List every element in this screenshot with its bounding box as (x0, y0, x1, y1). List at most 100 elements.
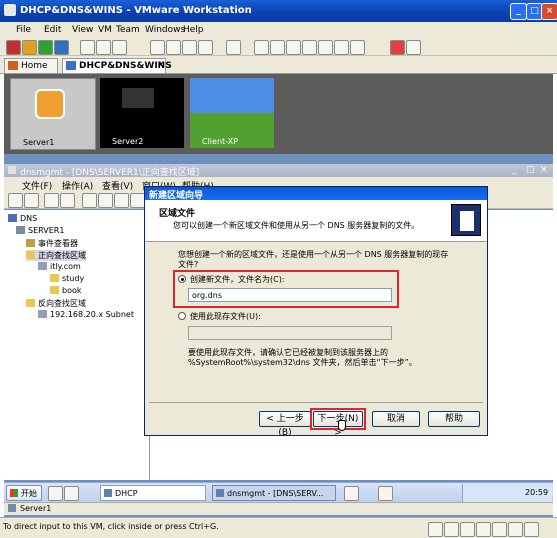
close-button[interactable]: × (541, 3, 557, 20)
wizard-divider (149, 402, 483, 403)
filename-input[interactable]: org.dns (188, 288, 392, 302)
thumbnail-client-xp[interactable]: Client-XP (190, 78, 274, 148)
quicklaunch-icon-2[interactable] (64, 486, 79, 501)
start-button[interactable]: 开始 (6, 485, 42, 501)
menu-help[interactable]: Help (183, 25, 204, 35)
tree-node-reverse-zones[interactable]: 反向查找区域 (26, 298, 86, 309)
tree-node-event-viewer[interactable]: 事件查看器 (26, 238, 78, 249)
menu-vm[interactable]: VM (98, 25, 112, 35)
menu-windows[interactable]: Windows (145, 25, 185, 35)
mmc-minimize-button[interactable]: _ (512, 165, 517, 175)
taskbar-item-dnsmgmt[interactable]: dnsmgmt - [DNS\SERV... (212, 485, 336, 501)
reset-icon[interactable] (54, 40, 69, 55)
toolbar-icon-4[interactable] (198, 40, 213, 55)
back-arrow-icon[interactable] (8, 193, 23, 208)
mmc-app-icon (8, 166, 16, 174)
radio-use-existing-file[interactable] (178, 312, 186, 320)
thumbnail-server1-label: Server1 (23, 138, 55, 147)
help-tray-icon[interactable] (378, 486, 393, 501)
up-icon[interactable] (44, 193, 59, 208)
toolbar-icon-3[interactable] (182, 40, 197, 55)
mmc-maximize-button[interactable]: □ (526, 165, 535, 175)
taskbar-item-dhcp[interactable]: DHCP (100, 485, 206, 501)
suspend-icon[interactable] (22, 40, 37, 55)
tree-node-study[interactable]: study (50, 274, 84, 283)
toolbar-icon-6[interactable] (390, 40, 405, 55)
view-icon-1[interactable] (254, 40, 269, 55)
tab-home[interactable]: Home (4, 58, 58, 73)
quicklaunch-icon-1[interactable] (48, 486, 63, 501)
event-viewer-icon (26, 239, 35, 247)
toolbar-icon-1[interactable] (150, 40, 165, 55)
status-device-icon-2[interactable] (444, 522, 459, 537)
status-device-icon-1[interactable] (428, 522, 443, 537)
dhcp-icon (104, 489, 112, 497)
menu-view[interactable]: View (72, 25, 93, 35)
help-icon[interactable] (130, 193, 145, 208)
network-icon[interactable] (344, 486, 359, 501)
forward-arrow-icon[interactable] (24, 193, 39, 208)
thumbnail-server1[interactable]: Server1 (10, 78, 96, 150)
vmware-title-bar: DHCP&DNS&WINS - VMware Workstation _ □ × (0, 0, 557, 22)
help-button[interactable]: 帮助 (428, 411, 480, 427)
menu-team[interactable]: Team (116, 25, 140, 35)
mmc-title-bar: dnsmgmt - [DNS\SERVER1\正向查找区域] _ □ × (4, 164, 553, 178)
status-device-icon-7[interactable] (524, 522, 539, 537)
start-label: 开始 (21, 489, 37, 498)
properties-icon[interactable] (82, 193, 97, 208)
tree-node-dns[interactable]: DNS (8, 214, 37, 223)
toolbar-icon-2[interactable] (166, 40, 181, 55)
mmc-close-button[interactable]: × (540, 165, 548, 175)
snapshot-manager-icon[interactable] (112, 40, 127, 55)
radio-dot (181, 278, 184, 281)
revert-snapshot-icon[interactable] (96, 40, 111, 55)
wizard-header: 区域文件 您可以创建一个新区域文件和使用从另一个 DNS 服务器复制的文件。 (145, 200, 487, 242)
power-on-icon[interactable] (38, 40, 53, 55)
radio-create-new-file[interactable] (178, 275, 186, 283)
menu-edit[interactable]: Edit (44, 25, 61, 35)
tab-dhcp-dns-wins[interactable]: DHCP&DNS&WINS × (62, 58, 172, 73)
status-device-icon-6[interactable] (508, 522, 523, 537)
tree-node-book[interactable]: book (50, 286, 82, 295)
snapshot-icon[interactable] (80, 40, 95, 55)
tree-node-subnet[interactable]: 192.168.20.x Subnet (38, 310, 134, 319)
server-book-icon (451, 204, 481, 236)
radio-create-new-file-label[interactable]: 创建新文件，文件名为(C): (190, 274, 285, 285)
zone-icon (38, 310, 47, 318)
toolbar-icon-5[interactable] (226, 40, 241, 55)
tree-node-forward-zones[interactable]: 正向查找区域 (26, 250, 86, 261)
minimize-button[interactable]: _ (510, 3, 527, 20)
view-icon-7[interactable] (350, 40, 365, 55)
back-button[interactable]: < 上一步(B) (259, 411, 311, 438)
console-tree: DNS SERVER1 事件查看器 正向查找区域 itly.com study … (4, 210, 150, 480)
taskbar-item-dnsmgmt-label: dnsmgmt - [DNS\SERV... (227, 489, 324, 498)
status-device-icon-4[interactable] (476, 522, 491, 537)
vmware-logo-icon (35, 89, 65, 119)
tab-close-icon[interactable]: × (157, 60, 165, 70)
view-icon-2[interactable] (270, 40, 285, 55)
status-device-icon-5[interactable] (492, 522, 507, 537)
taskbar-item-dhcp-label: DHCP (115, 489, 138, 498)
radio-use-existing-file-label[interactable]: 使用此现存文件(U): (190, 311, 261, 322)
dnsmgmt-icon (216, 489, 224, 497)
status-device-icon-3[interactable] (460, 522, 475, 537)
existing-file-input[interactable] (188, 326, 392, 340)
refresh-icon[interactable] (98, 193, 113, 208)
export-icon[interactable] (114, 193, 129, 208)
power-off-icon[interactable] (6, 40, 21, 55)
thumbnail-server2[interactable]: Server2 (100, 78, 184, 148)
menu-file[interactable]: File (16, 25, 31, 35)
tree-node-server1[interactable]: SERVER1 (16, 226, 64, 235)
view-icon-6[interactable] (334, 40, 349, 55)
view-icon-3[interactable] (286, 40, 301, 55)
system-tray: 20:59 (462, 484, 552, 502)
wizard-title-bar: 新建区域向导 (145, 187, 487, 201)
show-tree-icon[interactable] (60, 193, 75, 208)
view-icon-5[interactable] (318, 40, 333, 55)
toolbar-icon-7[interactable] (406, 40, 421, 55)
tree-node-itly-com[interactable]: itly.com (38, 262, 81, 271)
vmware-app-icon (4, 4, 16, 16)
vm-thumbnail-bar: Server1 Server2 Client-XP (4, 74, 553, 154)
cancel-button[interactable]: 取消 (372, 411, 420, 427)
view-icon-4[interactable] (302, 40, 317, 55)
